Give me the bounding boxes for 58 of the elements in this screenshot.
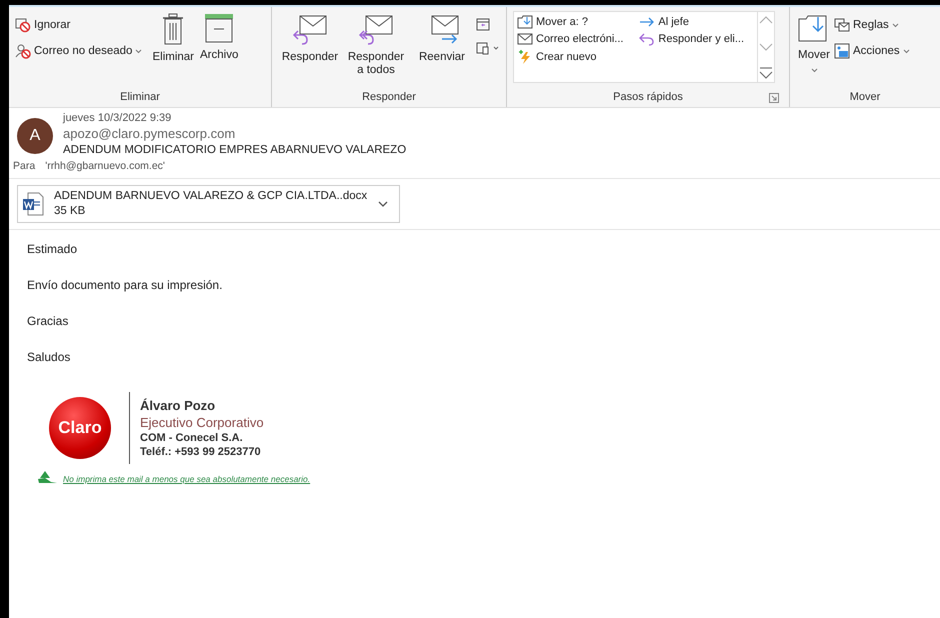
signature-name: Álvaro Pozo [140, 398, 216, 413]
lightning-icon [517, 49, 533, 65]
avatar: A [17, 118, 53, 154]
group-label: Responder [362, 91, 416, 103]
print-notice: No imprima este mail a menos que sea absolutamente necesario. [63, 474, 310, 484]
group-label: Eliminar [120, 91, 160, 103]
trash-icon [162, 13, 184, 45]
word-document-icon [22, 192, 44, 216]
ribbon-button[interactable]: Archivo [198, 11, 240, 71]
envelope-icon [517, 33, 533, 45]
ignore-icon [15, 17, 31, 33]
attachment[interactable]: ADENDUM BARNUEVO VALAREZO & GCP CIA.LTDA..docx 35 KB [17, 185, 400, 223]
quick-step[interactable]: Correo electróni... [517, 32, 634, 46]
body-paragraph: Gracias [27, 314, 70, 328]
recipient-address: 'rrhh@gbarnuevo.com.ec' [45, 160, 165, 172]
group-label: Mover [850, 91, 880, 103]
ribbon-button[interactable]: Ignorar [15, 17, 142, 33]
attachment-size: 35 KB [54, 204, 86, 219]
quick-step[interactable]: Responder y eli... [639, 32, 754, 46]
message-subject: ADENDUM MODIFICATORIO EMPRES ABARNUEVO VALAREZO [63, 144, 406, 156]
right-arrow-icon [639, 16, 656, 28]
claro-logo: Claro [49, 397, 111, 459]
quick-step[interactable]: Mover a: ? [517, 15, 634, 29]
body-paragraph: Saludos [27, 350, 72, 364]
signature-phone: Teléf.: +593 99 2523770 [140, 446, 262, 458]
ribbon-button[interactable]: Correo no deseado [15, 43, 142, 59]
actions-icon [834, 43, 850, 59]
ribbon-button[interactable]: Eliminar [150, 11, 196, 71]
archive-box-icon [204, 13, 234, 43]
ribbon-button[interactable]: Responder a todos [344, 11, 408, 79]
caret-icon [135, 48, 142, 54]
quick-step[interactable]: Crear nuevo [517, 49, 634, 65]
dialog-launcher-icon[interactable] [769, 93, 779, 103]
rules-icon [834, 17, 850, 33]
reply-icon [292, 13, 328, 45]
to-label: Para [13, 160, 36, 172]
attachment-name: ADENDUM BARNUEVO VALAREZO & GCP CIA.LTDA..docx [54, 189, 368, 204]
sender-address: apozo@claro.pymescorp.com [63, 126, 236, 141]
signature-company: COM - Conecel S.A. [140, 432, 244, 444]
caret-icon [892, 22, 899, 28]
signature-title: Ejecutivo Corporativo [140, 415, 264, 430]
ribbon-button[interactable]: Acciones [834, 43, 910, 59]
ribbon-button[interactable]: Responder [278, 11, 342, 71]
body-paragraph: Envío documento para su impresión. [27, 278, 224, 292]
reply-all-icon [358, 13, 394, 45]
message-date: jueves 10/3/2022 9:39 [63, 112, 172, 124]
body-paragraph: Estimado [27, 242, 78, 256]
caret-icon [810, 68, 818, 73]
reply-icon [639, 32, 656, 46]
person-blocked-icon [15, 43, 31, 59]
folder-move-icon [517, 15, 533, 29]
group-label: Pasos rápidos [613, 91, 683, 103]
ribbon-button[interactable]: Reenviar [410, 11, 474, 71]
more-respond-button[interactable] [476, 41, 500, 55]
caret-icon [902, 48, 910, 54]
ribbon-button[interactable]: Reglas [834, 17, 910, 33]
quick-step[interactable]: Al jefe [639, 15, 754, 29]
move-button[interactable]: Mover [796, 11, 832, 75]
